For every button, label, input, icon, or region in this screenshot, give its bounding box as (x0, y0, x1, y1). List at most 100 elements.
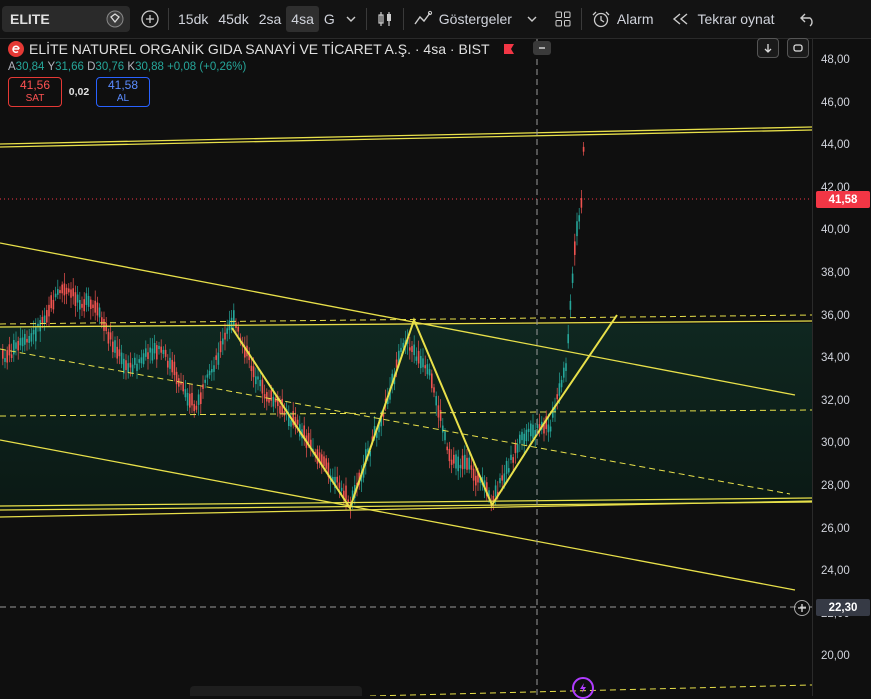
indicators-dropdown[interactable] (521, 6, 543, 32)
indicators-button[interactable]: Göstergeler (408, 6, 517, 32)
candle-body (272, 396, 275, 407)
candle-body (193, 403, 195, 412)
candle-body (558, 383, 561, 396)
buy-button[interactable]: 41,58 AL (96, 77, 150, 107)
candle-body (74, 292, 77, 307)
candle-body (424, 365, 426, 369)
price-tick: 38,00 (821, 267, 850, 279)
candle-body (468, 457, 470, 470)
candle-body (186, 392, 189, 406)
candle-body (439, 410, 442, 421)
candle-body (448, 448, 451, 462)
candle-body (103, 319, 105, 331)
interval-4sa[interactable]: 4sa (286, 6, 319, 32)
candle-body (340, 487, 343, 491)
candle-body (90, 299, 92, 309)
chart-plot[interactable] (0, 39, 812, 696)
add-symbol-button[interactable] (136, 6, 164, 32)
interval-15dk[interactable]: 15dk (173, 6, 213, 32)
candle-body (118, 349, 121, 357)
candle-body (453, 454, 455, 464)
candle-body (442, 425, 444, 433)
candle-body (15, 342, 17, 349)
candle-body (255, 376, 257, 385)
alarm-button[interactable]: Alarm (586, 6, 659, 32)
candle-body (464, 454, 466, 469)
candle-body (175, 371, 178, 385)
candle-body (307, 433, 310, 444)
price-tick: 20,00 (821, 650, 850, 663)
interval-45dk[interactable]: 45dk (213, 6, 253, 32)
candle-body (76, 294, 79, 303)
candle-body (156, 345, 158, 360)
candle-body (527, 428, 530, 432)
candle-body (101, 317, 103, 326)
candle-body (338, 482, 341, 488)
symbol-search-icon[interactable] (106, 10, 124, 28)
candle-body (582, 146, 585, 152)
candle-body (189, 393, 191, 408)
candle-body (426, 364, 429, 375)
scroll-to-latest-button[interactable] (757, 38, 779, 58)
symbol-search-box[interactable]: ELITE (2, 6, 130, 32)
candle-body (466, 457, 468, 470)
candle-body (574, 241, 576, 255)
candle-body (149, 347, 151, 353)
candle-body (120, 352, 123, 365)
chart-type-button[interactable] (371, 6, 399, 32)
legend-title-row[interactable]: ELİTE NATUREL ORGANİK GIDA SANAYİ VE TİC… (8, 39, 516, 59)
candle-body (116, 346, 118, 359)
undo-button[interactable] (794, 6, 822, 32)
price-tick: 24,00 (821, 565, 850, 578)
add-alert-button[interactable] (794, 600, 810, 616)
candle-body (109, 332, 112, 340)
collapse-legend-button[interactable] (533, 41, 551, 55)
candle-body (494, 485, 497, 497)
interval-g[interactable]: G (319, 6, 340, 32)
chart-canvas[interactable] (0, 39, 812, 696)
ohlc-close-key: K (127, 61, 136, 73)
candle-body (512, 457, 514, 463)
sell-label: SAT (25, 93, 45, 104)
legend-title: ELİTE NATUREL ORGANİK GIDA SANAYİ VE TİC… (29, 41, 490, 57)
candle-body (79, 299, 81, 310)
trendline-top[interactable] (0, 126, 812, 145)
candle-body (576, 221, 578, 237)
candle-body (283, 411, 286, 416)
candle-body (219, 341, 222, 353)
interval-dropdown[interactable] (340, 6, 362, 32)
indicators-icon (414, 10, 432, 25)
candle-body (6, 350, 8, 363)
candle-body (323, 456, 325, 466)
replay-button[interactable]: Tekrar oynat (666, 6, 779, 32)
candle-body (158, 345, 160, 350)
layout-button[interactable] (549, 6, 577, 32)
price-axis[interactable]: 48,00 46,00 44,00 42,00 40,00 38,00 36,00 34,00… (812, 39, 871, 696)
candle-body (87, 295, 90, 307)
candle-body (259, 379, 261, 387)
candle-body (50, 295, 52, 309)
flag-icon[interactable] (502, 42, 516, 56)
candle-body (446, 446, 448, 451)
candle-body (13, 339, 15, 355)
trendline-top-2[interactable] (0, 129, 812, 148)
candle-body (83, 299, 85, 312)
candle-body (257, 376, 259, 380)
interval-2sa[interactable]: 2sa (254, 6, 287, 32)
candle-body (211, 369, 213, 373)
candle-body (57, 289, 59, 295)
top-toolbar: ELITE 15dk 45dk 2sa 4sa G Göstergeler Al… (0, 0, 871, 39)
candle-body (59, 290, 61, 294)
candle-body (435, 396, 437, 406)
candle-body (206, 374, 209, 378)
grid-icon (555, 11, 571, 27)
candle-body (580, 198, 583, 208)
candle-body (112, 341, 114, 353)
candle-body (46, 310, 48, 323)
dashed-line-36[interactable] (0, 314, 812, 325)
bottom-toolbar[interactable] (190, 686, 362, 696)
refresh-button[interactable] (787, 38, 809, 58)
candle-body (422, 358, 424, 368)
candle-body (261, 379, 264, 394)
sell-button[interactable]: 41,56 SAT (8, 77, 62, 107)
